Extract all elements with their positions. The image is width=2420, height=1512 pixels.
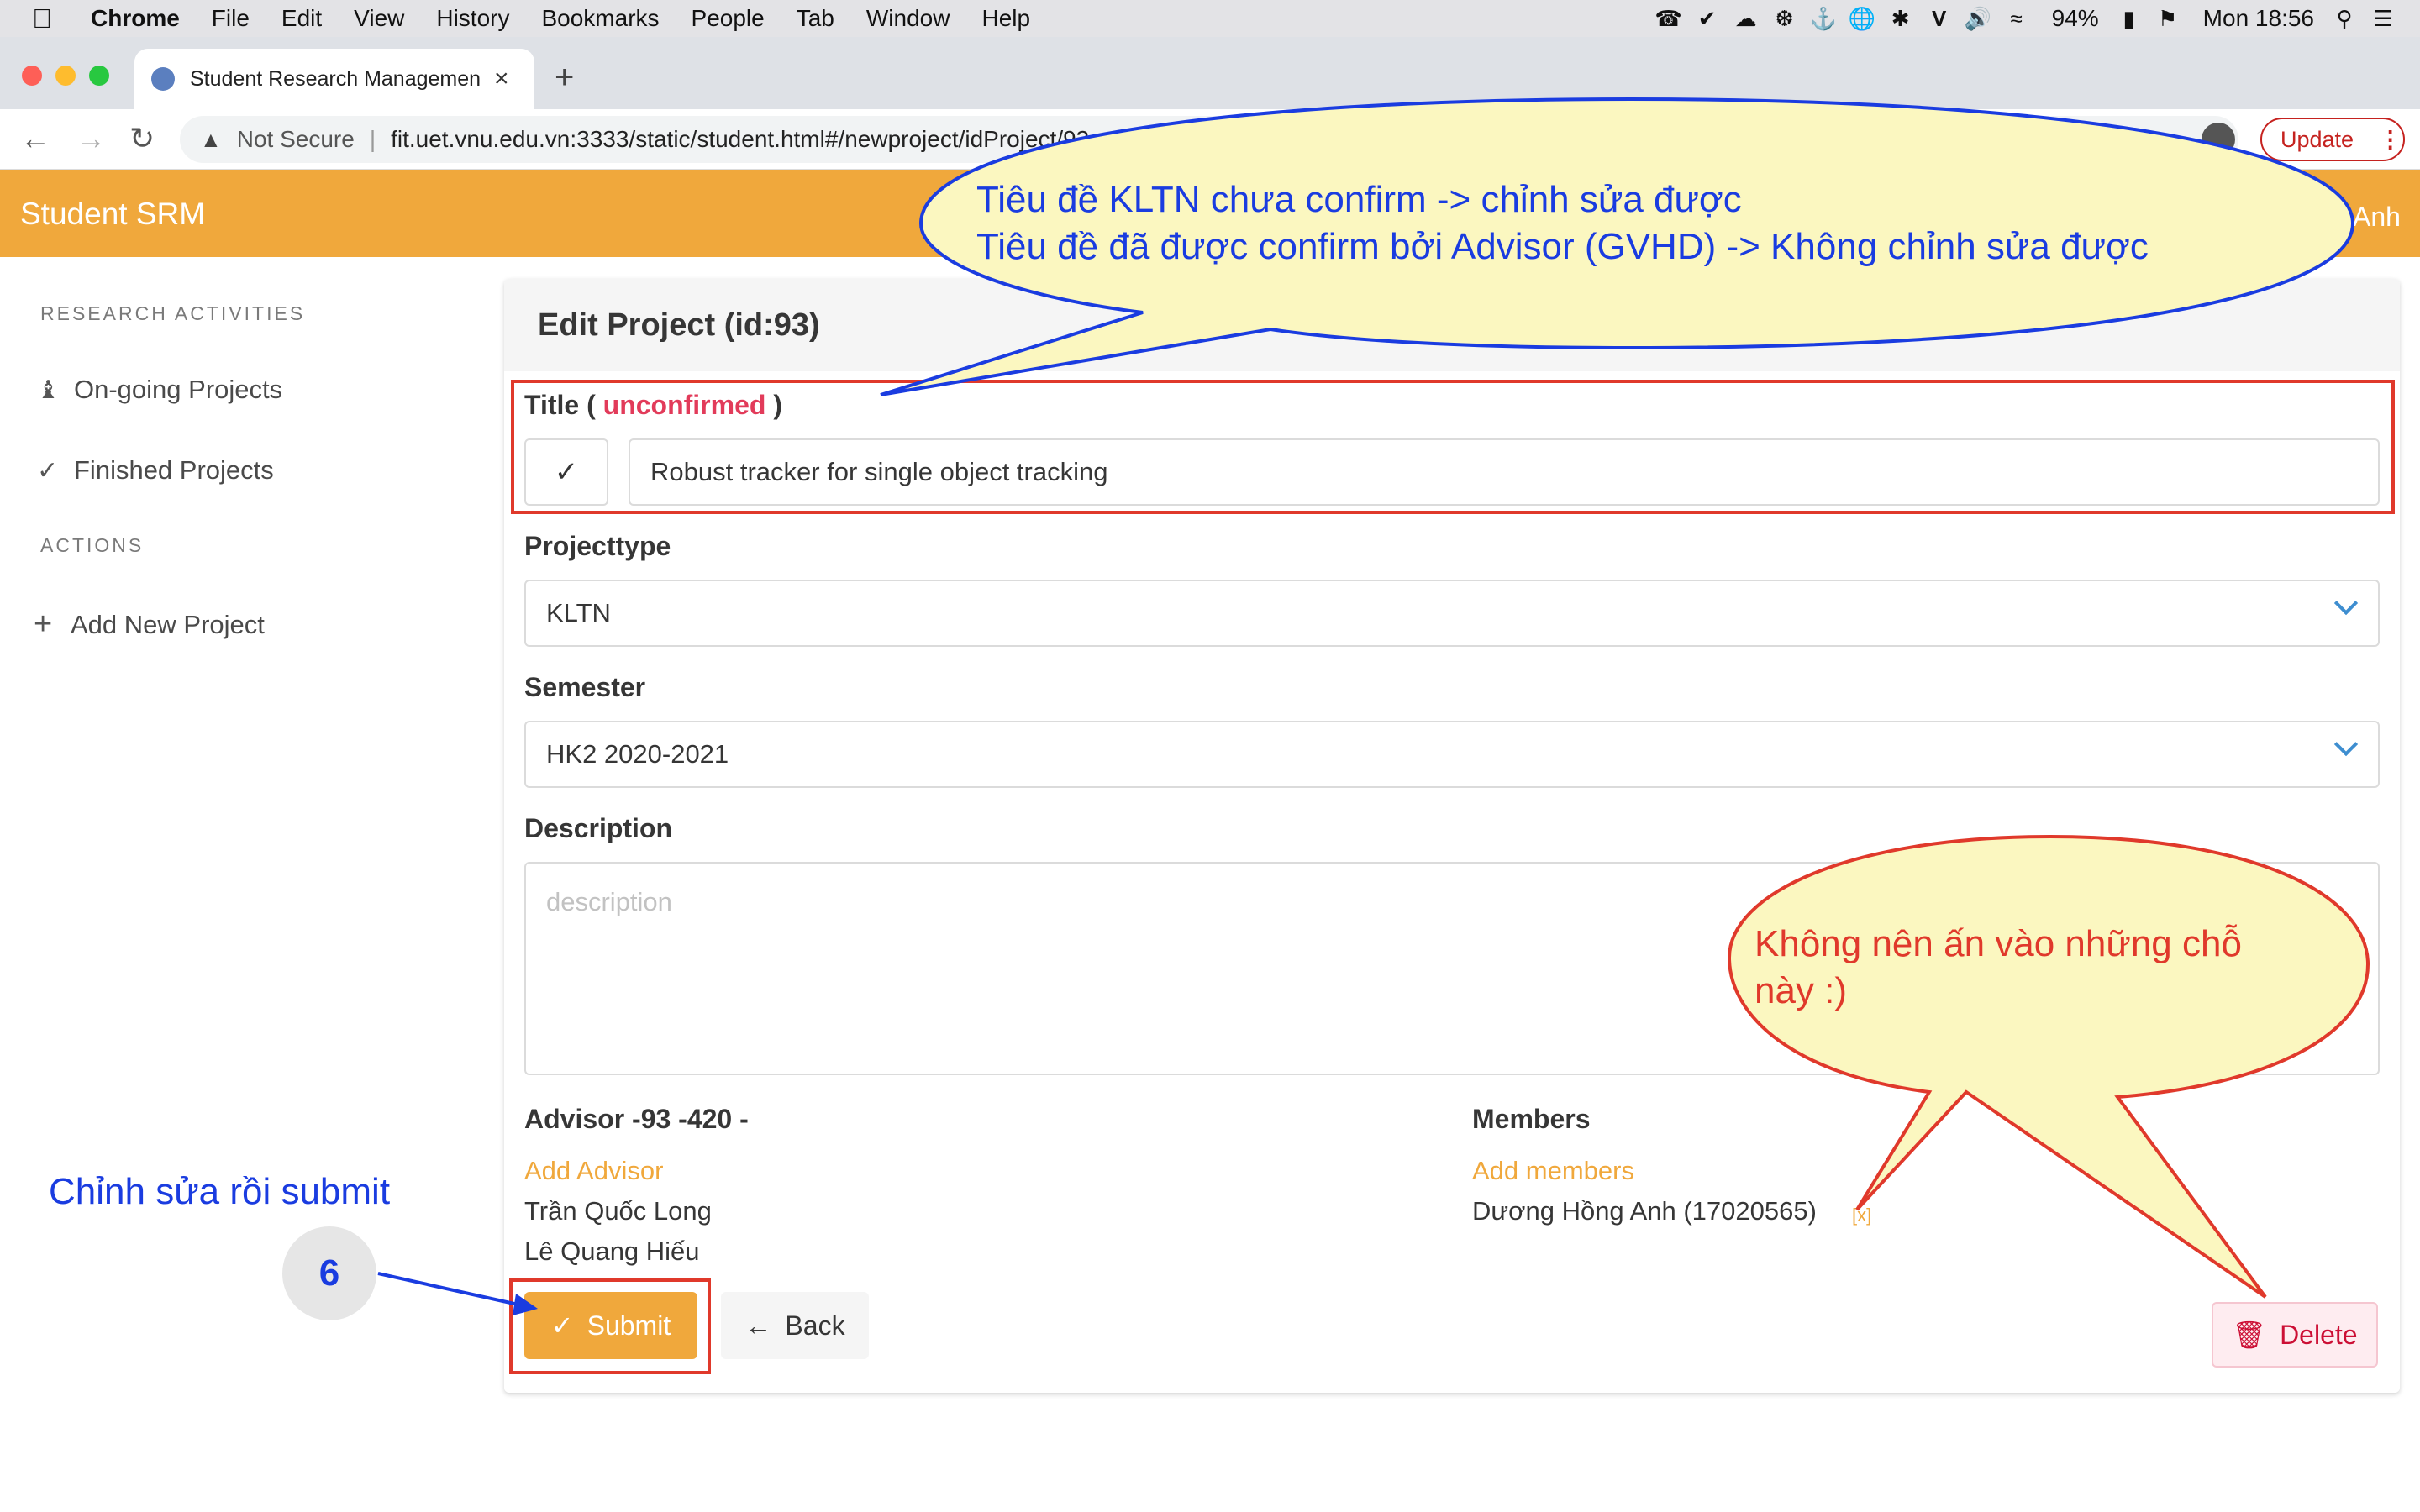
step-number-badge: 6 [282, 1226, 376, 1320]
blue-callout-text: Tiêu đề KLTN chưa confirm -> chỉnh sửa đ… [976, 176, 2149, 270]
arrow-head-icon [513, 1294, 538, 1315]
submit-note: Chỉnh sửa rồi submit [49, 1171, 391, 1212]
arrow-to-submit [377, 1272, 530, 1309]
red-callout-text: Không nên ấn vào những chỗ này :) [1754, 923, 2242, 1011]
red-callout-bubble [1727, 834, 2370, 1299]
blue-callout-line: Tiêu đề đã được confirm bởi Advisor (GVH… [976, 226, 2149, 267]
blue-callout-line: Tiêu đề KLTN chưa confirm -> chỉnh sửa đ… [976, 179, 1742, 220]
